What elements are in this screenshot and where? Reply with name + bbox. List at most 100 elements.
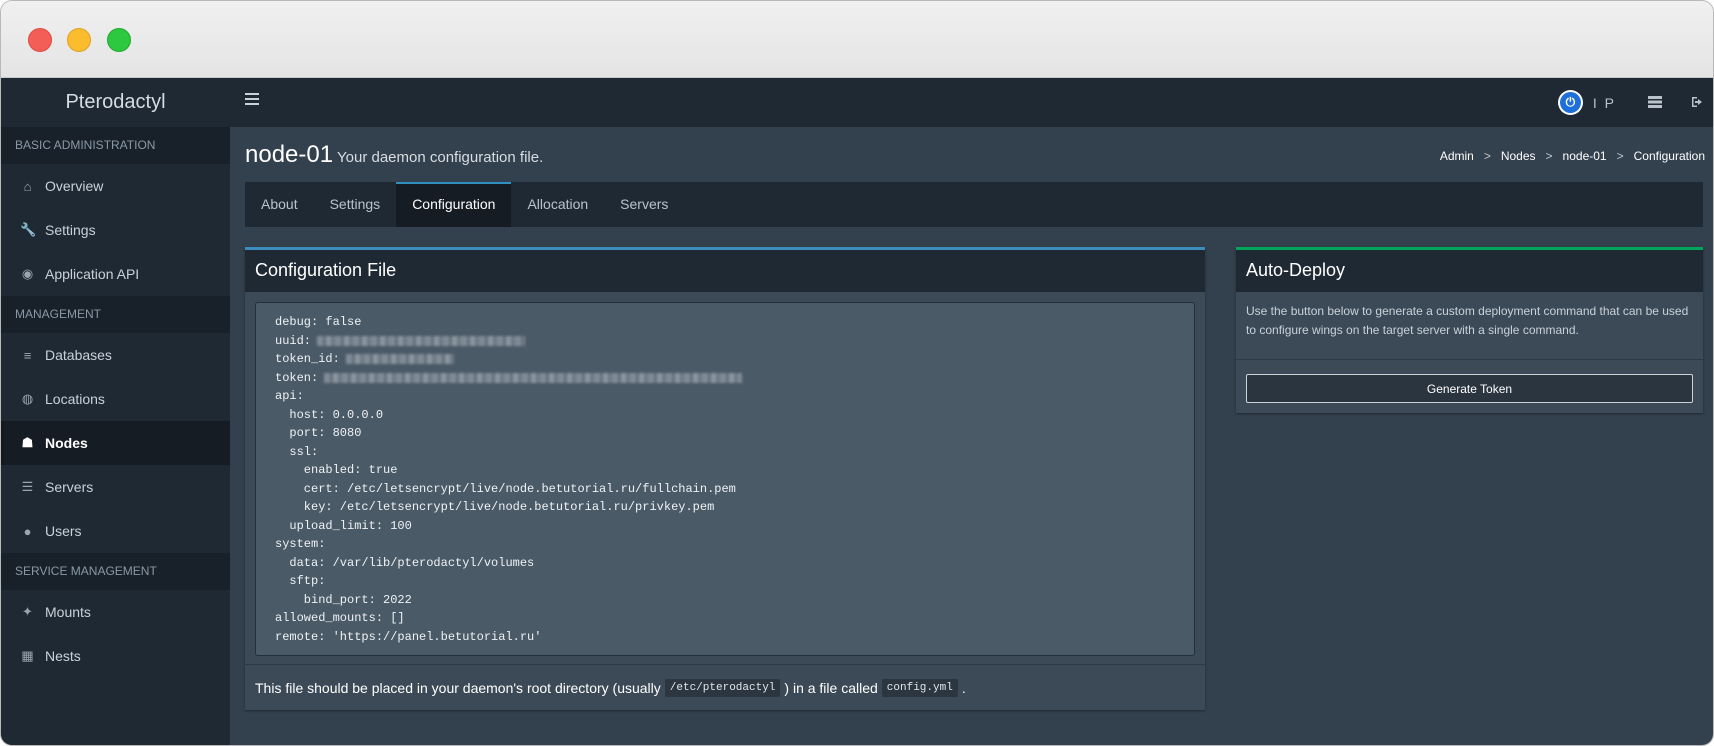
users-icon: ● xyxy=(23,523,32,539)
tab-settings[interactable]: Settings xyxy=(314,182,397,227)
redacted-value xyxy=(317,335,526,346)
breadcrumb-separator: > xyxy=(1483,149,1491,163)
sidebar-item-locations[interactable]: ◍ Locations xyxy=(1,377,230,421)
breadcrumb-separator: > xyxy=(1545,149,1553,163)
gamepad-icon: ◉ xyxy=(21,266,34,281)
sidebar-item-label: Settings xyxy=(45,222,96,238)
config-line: token: xyxy=(275,369,1175,388)
config-code-block[interactable]: debug: false uuid: token_id: token: api:… xyxy=(255,302,1195,656)
sidebar-section-header: Service Management xyxy=(1,553,230,590)
user-initials[interactable]: I P xyxy=(1593,95,1616,111)
page-title: node-01 xyxy=(245,141,334,168)
panel-app: Pterodactyl ⏻ I P Basic Administration ⌂… xyxy=(1,78,1713,745)
breadcrumb-current: Configuration xyxy=(1633,149,1705,163)
navbar-user-area: ⏻ I P xyxy=(1557,78,1713,127)
sidebar-item-users[interactable]: ● Users xyxy=(1,509,230,553)
breadcrumb-admin[interactable]: Admin xyxy=(1440,149,1474,163)
config-line: host: 0.0.0.0 xyxy=(275,407,384,422)
config-line: key: /etc/letsencrypt/live/node.betutori… xyxy=(275,500,715,515)
sidebar-item-label: Overview xyxy=(45,178,104,194)
footer-text: This file should be placed in your daemo… xyxy=(255,679,661,696)
tab-configuration[interactable]: Configuration xyxy=(396,182,512,227)
sidebar-item-label: Application API xyxy=(45,266,140,282)
config-line: bind_port: 2022 xyxy=(275,592,412,607)
sidebar-item-servers[interactable]: ☰ Servers xyxy=(1,465,230,509)
sidebar-item-label: Mounts xyxy=(45,604,91,620)
config-line: uuid: xyxy=(275,332,1175,351)
close-window-button[interactable] xyxy=(28,28,52,52)
sidebar-item-label: Servers xyxy=(45,479,94,495)
logout-icon[interactable] xyxy=(1692,95,1705,111)
browser-window: Pterodactyl ⏻ I P Basic Administration ⌂… xyxy=(0,0,1714,746)
sidebar-item-mounts[interactable]: ✦ Mounts xyxy=(1,590,230,634)
auto-deploy-description: Use the button below to generate a custo… xyxy=(1246,304,1689,337)
config-line: system: xyxy=(275,537,326,552)
main-content: node-01 Your daemon configuration file. … xyxy=(230,127,1713,745)
auto-deploy-title: Auto-Deploy xyxy=(1236,250,1703,292)
sidebar-item-label: Nests xyxy=(45,648,81,664)
sidebar-item-label: Locations xyxy=(45,391,105,407)
sidebar-item-nests[interactable]: ▦ Nests xyxy=(1,634,230,678)
config-line: remote: 'https://panel.betutorial.ru' xyxy=(275,629,542,644)
maximize-window-button[interactable] xyxy=(107,28,131,52)
server-list-icon[interactable] xyxy=(1648,95,1662,111)
sidebar-toggle-icon[interactable] xyxy=(245,93,259,105)
sidebar-item-databases[interactable]: ≡ Databases xyxy=(1,333,230,377)
home-icon: ⌂ xyxy=(23,178,32,194)
sitemap-icon: ☗ xyxy=(21,435,34,450)
sidebar-section-header: Management xyxy=(1,296,230,333)
sidebar-item-application-api[interactable]: ◉ Application API xyxy=(1,252,230,296)
tab-allocation[interactable]: Allocation xyxy=(511,182,604,227)
wrench-icon: 🔧 xyxy=(20,222,37,237)
config-line: allowed_mounts: [] xyxy=(275,611,405,626)
database-icon: ≡ xyxy=(23,347,32,363)
window-titlebar xyxy=(1,1,1713,78)
minimize-window-button[interactable] xyxy=(67,28,91,52)
config-line: port: 8080 xyxy=(275,426,362,441)
breadcrumb-node[interactable]: node-01 xyxy=(1563,149,1607,163)
generate-token-button[interactable]: Generate Token xyxy=(1246,374,1693,403)
tab-about[interactable]: About xyxy=(245,182,314,227)
config-line: api: xyxy=(275,389,304,404)
redacted-value xyxy=(324,372,743,383)
sidebar-section-header: Basic Administration xyxy=(1,127,230,164)
breadcrumb-separator: > xyxy=(1616,149,1624,163)
top-navbar: Pterodactyl ⏻ I P xyxy=(1,78,1713,127)
configuration-file-box: Configuration File debug: false uuid: to… xyxy=(245,247,1205,710)
page-subtitle: Your daemon configuration file. xyxy=(337,149,544,166)
configuration-file-title: Configuration File xyxy=(245,250,1205,292)
auto-deploy-box: Auto-Deploy Use the button below to gene… xyxy=(1236,247,1703,413)
sidebar-item-label: Databases xyxy=(45,347,112,363)
config-line: enabled: true xyxy=(275,463,398,478)
redacted-value xyxy=(345,354,454,365)
footer-text: . xyxy=(961,679,966,696)
power-icon: ⏻ xyxy=(1559,92,1581,113)
config-path-code: /etc/pterodactyl xyxy=(664,678,781,697)
divider xyxy=(1236,359,1703,360)
config-line: debug: false xyxy=(275,315,362,330)
sidebar-item-overview[interactable]: ⌂ Overview xyxy=(1,164,230,208)
footer-text: ) in a file called xyxy=(784,679,878,696)
sidebar-item-nodes[interactable]: ☗ Nodes xyxy=(1,421,230,465)
globe-icon: ◍ xyxy=(21,391,34,406)
config-line: token_id: xyxy=(275,350,1175,369)
config-line: cert: /etc/letsencrypt/live/node.betutor… xyxy=(275,481,736,496)
sidebar-item-label: Users xyxy=(45,523,82,539)
node-tabs: About Settings Configuration Allocation … xyxy=(245,182,1703,227)
server-icon: ☰ xyxy=(21,479,34,494)
config-line: upload_limit: 100 xyxy=(275,518,412,533)
sidebar-item-label: Nodes xyxy=(45,435,88,451)
config-line: ssl: xyxy=(275,444,319,459)
config-line: data: /var/lib/pterodactyl/volumes xyxy=(275,555,535,570)
th-large-icon: ▦ xyxy=(21,648,34,663)
tab-servers[interactable]: Servers xyxy=(604,182,684,227)
breadcrumb-nodes[interactable]: Nodes xyxy=(1501,149,1536,163)
config-filename-code: config.yml xyxy=(881,678,958,697)
avatar[interactable]: ⏻ xyxy=(1557,90,1583,115)
configuration-file-footer: This file should be placed in your daemo… xyxy=(245,664,1205,710)
sidebar-item-settings[interactable]: 🔧 Settings xyxy=(1,208,230,252)
brand-logo[interactable]: Pterodactyl xyxy=(1,78,230,127)
config-line: sftp: xyxy=(275,574,326,589)
breadcrumb: Admin > Nodes > node-01 > Configuration xyxy=(1440,149,1705,163)
sidebar-menu: Basic Administration ⌂ Overview 🔧 Settings… xyxy=(1,127,230,678)
